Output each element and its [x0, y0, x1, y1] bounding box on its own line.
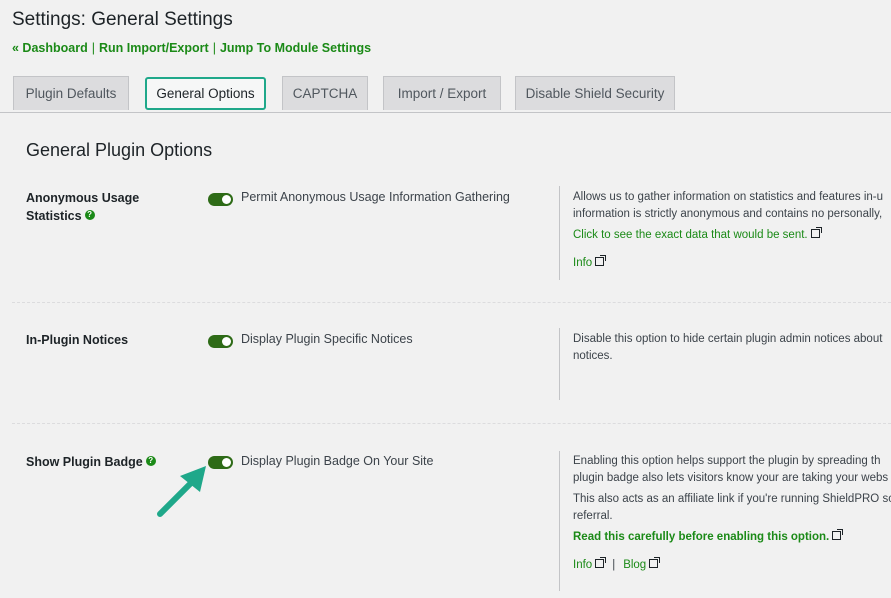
blog-link[interactable]: Blog [623, 559, 646, 571]
tab-captcha[interactable]: CAPTCHA [282, 76, 368, 110]
description-line: Enabling this option helps support the p… [573, 455, 881, 467]
in-plugin-notices-description: Disable this option to hide certain plug… [573, 331, 891, 365]
info-link[interactable]: Info [573, 257, 592, 269]
description-line: notices. [573, 350, 613, 362]
breadcrumb-links: « Dashboard | Run Import/Export | Jump To Mo… [12, 41, 371, 55]
jump-to-module-settings-link[interactable]: Jump To Module Settings [220, 41, 371, 55]
description-line: This also acts as an affiliate link if y… [573, 493, 891, 505]
option-label-text: Anonymous Usage [26, 191, 140, 205]
see-data-link[interactable]: Click to see the exact data that would b… [573, 229, 808, 241]
anonymous-usage-toggle-label[interactable]: Permit Anonymous Usage Information Gathe… [241, 190, 510, 204]
in-plugin-notices-toggle-label[interactable]: Display Plugin Specific Notices [241, 332, 413, 346]
option-label-text: In-Plugin Notices [26, 333, 129, 347]
show-plugin-badge-toggle-label[interactable]: Display Plugin Badge On Your Site [241, 454, 434, 468]
annotation-arrow-icon [157, 466, 206, 517]
dashboard-link[interactable]: « Dashboard [12, 41, 88, 55]
run-import-export-link[interactable]: Run Import/Export [99, 41, 209, 55]
link-separator: | [212, 41, 216, 55]
column-divider [559, 328, 560, 400]
tab-plugin-defaults[interactable]: Plugin Defaults [13, 76, 129, 110]
section-title: General Plugin Options [26, 140, 213, 160]
tab-general-options[interactable]: General Options [145, 77, 266, 110]
column-divider [559, 451, 560, 591]
option-label-in-plugin-notices: In-Plugin Notices [26, 331, 176, 349]
link-separator: | [612, 559, 616, 571]
column-divider [559, 186, 560, 280]
tab-disable-shield-security[interactable]: Disable Shield Security [515, 76, 675, 110]
anonymous-usage-toggle[interactable] [208, 193, 233, 206]
description-line: referral. [573, 510, 613, 522]
external-link-icon [649, 557, 661, 568]
row-divider [12, 423, 891, 424]
show-plugin-badge-description: Enabling this option helps support the p… [573, 453, 891, 574]
settings-tabs: Plugin Defaults General Options CAPTCHA … [0, 76, 891, 113]
description-line: Allows us to gather information on stati… [573, 191, 884, 203]
option-label-text: Statistics [26, 209, 82, 223]
row-divider [12, 302, 891, 303]
external-link-icon [810, 227, 822, 238]
external-link-icon [832, 529, 844, 540]
in-plugin-notices-toggle[interactable] [208, 335, 233, 348]
description-line: plugin badge also lets visitors know you… [573, 472, 889, 484]
description-line: information is strictly anonymous and co… [573, 208, 883, 220]
link-separator: | [91, 41, 95, 55]
external-link-icon [595, 255, 607, 266]
option-label-text: Show Plugin Badge [26, 455, 143, 469]
external-link-icon [595, 557, 607, 568]
info-link[interactable]: Info [573, 559, 592, 571]
description-line: Disable this option to hide certain plug… [573, 333, 883, 345]
anonymous-usage-description: Allows us to gather information on stati… [573, 189, 891, 272]
help-icon[interactable]: ? [84, 210, 95, 220]
option-label-anonymous-usage: Anonymous Usage Statistics? [26, 189, 176, 225]
read-carefully-link[interactable]: Read this carefully before enabling this… [573, 531, 829, 543]
tab-import-export[interactable]: Import / Export [383, 76, 501, 110]
page-title: Settings: General Settings [12, 9, 233, 30]
